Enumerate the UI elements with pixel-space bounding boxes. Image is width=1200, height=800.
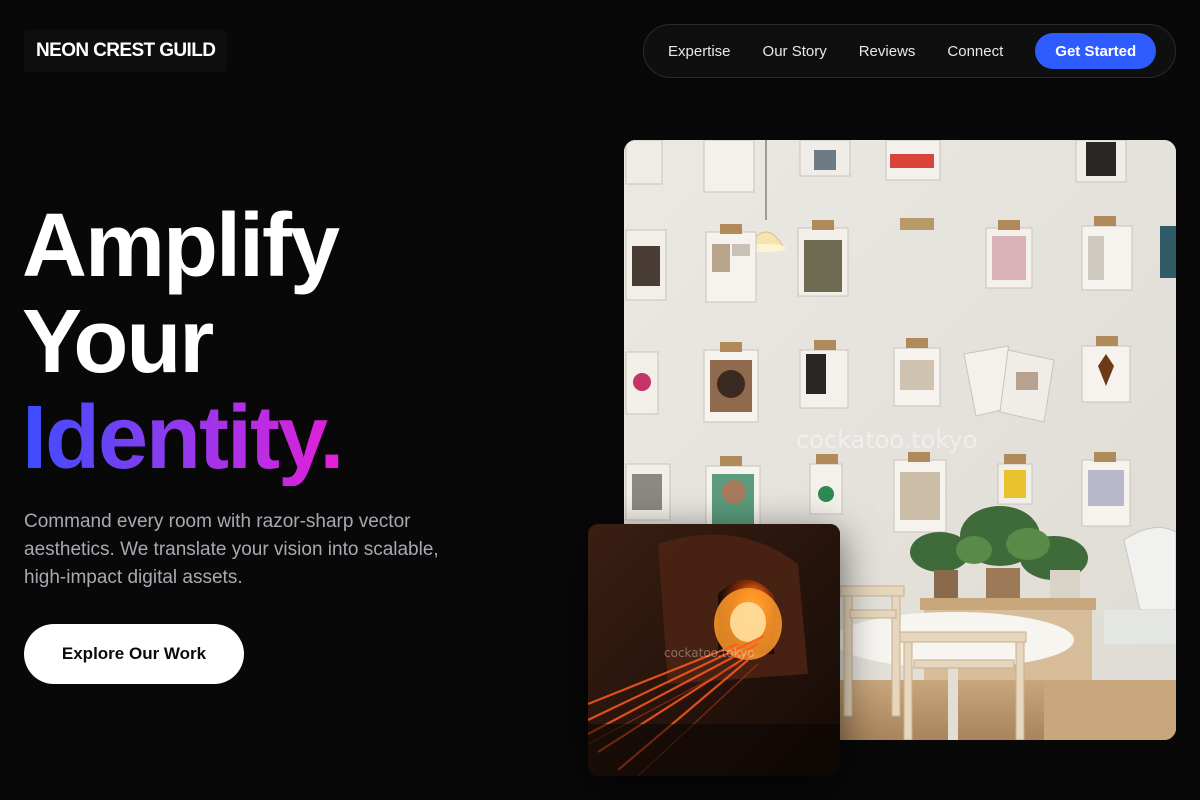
nav-link-reviews[interactable]: Reviews bbox=[859, 43, 916, 60]
inset-photo-furnace: cockatoo.tokyo bbox=[588, 524, 840, 776]
hero-description: Command every room with razor-sharp vect… bbox=[24, 511, 439, 588]
landing-page: NEON CREST GUILD Expertise Our Story Rev… bbox=[0, 0, 1200, 800]
get-started-button[interactable]: Get Started bbox=[1035, 33, 1157, 69]
hero-headline: Amplify Your Identity. bbox=[22, 196, 344, 488]
explore-work-button[interactable]: Explore Our Work bbox=[24, 624, 244, 684]
headline-line-1: Amplify bbox=[22, 196, 340, 296]
explore-work-label: Explore Our Work bbox=[61, 644, 207, 663]
brand-name: NEON CREST GUILD bbox=[36, 40, 216, 61]
nav-link-connect[interactable]: Connect bbox=[947, 43, 1003, 60]
brand-logo[interactable]: NEON CREST GUILD bbox=[24, 30, 228, 72]
headline-line-3-gradient: Identity. bbox=[22, 388, 344, 488]
headline-line-2: Your bbox=[22, 292, 214, 392]
main-nav: Expertise Our Story Reviews Connect Get … bbox=[643, 24, 1176, 78]
nav-link-expertise[interactable]: Expertise bbox=[668, 43, 731, 60]
nav-link-our-story[interactable]: Our Story bbox=[763, 43, 827, 60]
furnace-illustration bbox=[588, 524, 840, 776]
